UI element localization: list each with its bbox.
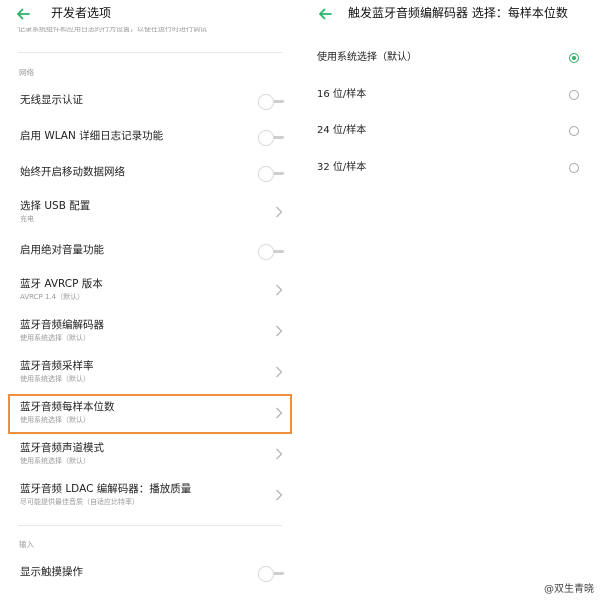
row-subtitle: 使用系统选择（默认）	[20, 375, 90, 383]
row-wireless-display-cert[interactable]: 无线显示认证	[8, 86, 292, 118]
divider	[18, 525, 282, 526]
watermark: @双生青晓	[544, 584, 594, 595]
radio-unselected-icon[interactable]	[569, 163, 579, 173]
chevron-right-icon	[276, 325, 283, 337]
row-show-taps[interactable]: 显示触摸操作	[8, 558, 292, 590]
radio-unselected-icon[interactable]	[569, 126, 579, 136]
option-label: 32 位/样本	[317, 162, 367, 173]
chevron-right-icon	[276, 206, 283, 218]
option-label: 24 位/样本	[317, 125, 367, 136]
row-subtitle: 使用系统选择（默认）	[20, 334, 90, 342]
option-32-bit[interactable]: 32 位/样本	[300, 150, 600, 186]
row-usb-config[interactable]: 选择 USB 配置 充电	[8, 194, 292, 232]
toggle-switch[interactable]	[258, 166, 284, 182]
toggle-switch[interactable]	[258, 566, 284, 582]
chevron-right-icon	[276, 448, 283, 460]
row-title: 启用 WLAN 详细日志记录功能	[20, 130, 164, 142]
option-16-bit[interactable]: 16 位/样本	[300, 77, 600, 113]
toggle-switch[interactable]	[258, 244, 284, 260]
row-bluetooth-avrcp-version[interactable]: 蓝牙 AVRCP 版本 AVRCP 1.4（默认）	[8, 272, 292, 310]
right-header: 触发蓝牙音频编解码器 选择：每样本位数	[300, 0, 600, 28]
row-title: 蓝牙 AVRCP 版本	[20, 278, 103, 290]
radio-selected-icon[interactable]	[569, 53, 579, 63]
row-title: 选择 USB 配置	[20, 200, 91, 212]
row-wlan-verbose-logging[interactable]: 启用 WLAN 详细日志记录功能	[8, 122, 292, 154]
row-title: 启用绝对音量功能	[20, 244, 104, 256]
back-arrow-icon[interactable]	[15, 6, 31, 22]
row-mobile-data-always-on[interactable]: 始终开启移动数据网络	[8, 158, 292, 190]
chevron-right-icon	[276, 489, 283, 501]
chevron-right-icon	[276, 366, 283, 378]
row-bluetooth-audio-codec[interactable]: 蓝牙音频编解码器 使用系统选择（默认）	[8, 313, 292, 351]
row-subtitle: 使用系统选择（默认）	[20, 457, 90, 465]
radio-unselected-icon[interactable]	[569, 90, 579, 100]
row-title: 蓝牙音频编解码器	[20, 319, 104, 331]
row-subtitle: 充电	[20, 215, 34, 223]
row-title: 蓝牙音频 LDAC 编解码器：播放质量	[20, 483, 192, 495]
toggle-switch[interactable]	[258, 130, 284, 146]
row-title: 显示触摸操作	[20, 566, 83, 578]
developer-options-panel: 开发者选项 记录系统组件和应用日志的行为设置，以便在运行时进行调试 网络 无线显…	[0, 0, 300, 600]
option-system-default[interactable]: 使用系统选择（默认）	[300, 40, 600, 76]
screenshot-root: 开发者选项 记录系统组件和应用日志的行为设置，以便在运行时进行调试 网络 无线显…	[0, 0, 600, 600]
row-absolute-volume[interactable]: 启用绝对音量功能	[8, 236, 292, 268]
option-label: 16 位/样本	[317, 89, 367, 100]
dialog-title: 触发蓝牙音频编解码器 选择：每样本位数	[348, 6, 568, 20]
row-subtitle: 尽可能提供最佳音质（自适应比特率）	[20, 498, 139, 506]
section-label-network: 网络	[19, 68, 34, 77]
option-24-bit[interactable]: 24 位/样本	[300, 113, 600, 149]
toggle-switch[interactable]	[258, 94, 284, 110]
row-bluetooth-ldac-quality[interactable]: 蓝牙音频 LDAC 编解码器：播放质量 尽可能提供最佳音质（自适应比特率）	[8, 477, 292, 515]
section-label-input: 输入	[19, 540, 34, 549]
row-title: 蓝牙音频声道模式	[20, 442, 104, 454]
bits-per-sample-dialog-panel: 触发蓝牙音频编解码器 选择：每样本位数 使用系统选择（默认） 16 位/样本 2…	[300, 0, 600, 600]
row-title: 无线显示认证	[20, 94, 83, 106]
row-subtitle: AVRCP 1.4（默认）	[20, 293, 85, 301]
row-bluetooth-sample-rate[interactable]: 蓝牙音频采样率 使用系统选择（默认）	[8, 354, 292, 392]
row-title: 始终开启移动数据网络	[20, 166, 125, 178]
left-header: 开发者选项	[0, 0, 300, 28]
page-title: 开发者选项	[51, 6, 112, 20]
row-title: 蓝牙音频采样率	[20, 360, 94, 372]
row-bluetooth-channel-mode[interactable]: 蓝牙音频声道模式 使用系统选择（默认）	[8, 436, 292, 474]
back-arrow-icon[interactable]	[317, 6, 333, 22]
highlight-box	[8, 394, 292, 434]
option-label: 使用系统选择（默认）	[317, 52, 417, 63]
divider	[18, 52, 282, 53]
chevron-right-icon	[276, 284, 283, 296]
